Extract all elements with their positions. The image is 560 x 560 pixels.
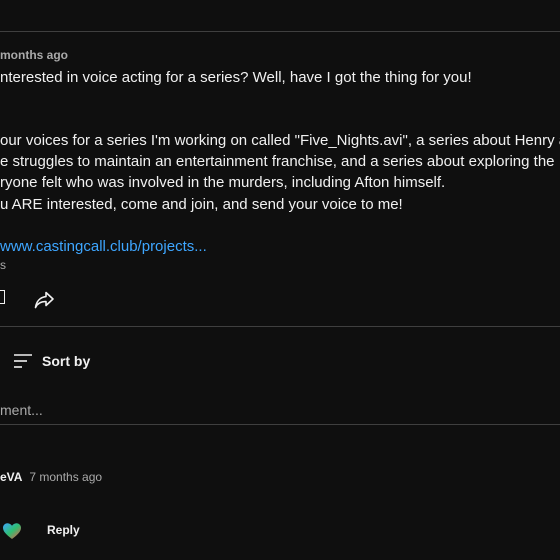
description-line-4: ryone felt who was involved in the murde… <box>0 174 446 191</box>
description-line-2: our voices for a series I'm working on c… <box>0 132 560 149</box>
sort-by-label: Sort by <box>42 353 91 369</box>
reply-button[interactable]: Reply <box>47 523 80 537</box>
top-divider <box>0 31 560 32</box>
description-line-1: nterested in voice acting for a series? … <box>0 69 472 86</box>
add-comment-input[interactable]: ment... <box>0 400 560 420</box>
section-divider <box>0 326 560 327</box>
description-line-5: u ARE interested, come and join, and sen… <box>0 196 403 213</box>
share-icon[interactable] <box>32 288 56 312</box>
sort-by-button[interactable]: Sort by <box>12 348 90 374</box>
show-less-stub[interactable]: s <box>0 258 6 272</box>
comment-header: eVA 7 months ago <box>0 470 102 484</box>
comments-page: months ago nterested in voice acting for… <box>0 0 560 560</box>
heart-icon[interactable] <box>2 522 22 540</box>
description-line-3: e struggles to maintain an entertainment… <box>0 153 555 170</box>
post-time: months ago <box>0 48 68 62</box>
comment-author[interactable]: eVA <box>0 470 22 484</box>
description-link[interactable]: www.castingcall.club/projects... <box>0 238 207 255</box>
bracket-icon[interactable] <box>0 290 5 304</box>
comment-input-underline <box>0 424 560 425</box>
comment-time[interactable]: 7 months ago <box>29 470 102 484</box>
sort-icon <box>14 354 32 368</box>
